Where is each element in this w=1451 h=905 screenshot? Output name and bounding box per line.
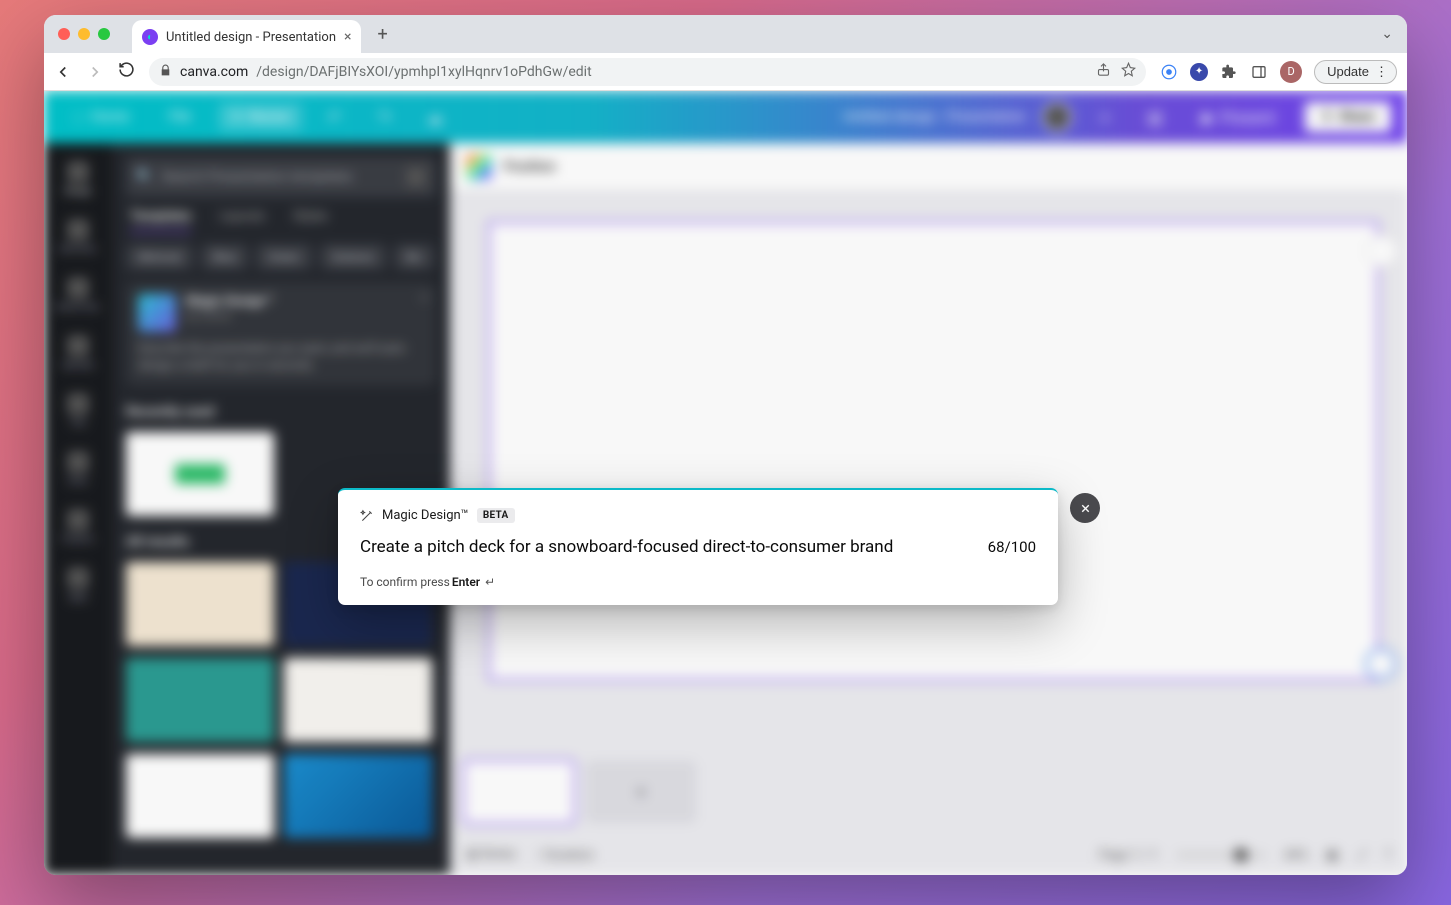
magic-design-modal: Magic Design™ BETA 68/100 To confirm pre… [338, 488, 1058, 605]
reload-icon[interactable] [118, 61, 135, 82]
update-label: Update [1327, 64, 1369, 79]
url-host: canva.com [180, 64, 248, 80]
side-panel-icon[interactable] [1250, 63, 1268, 81]
browser-tab-strip: ◐ Untitled design - Presentation × + ⌄ [44, 15, 1407, 53]
window-minimize[interactable] [78, 28, 90, 40]
url-input[interactable]: canva.com/design/DAFjBIYsXOI/ypmhpI1xylH… [149, 58, 1146, 86]
magic-prompt-input[interactable] [360, 537, 972, 557]
tab-title: Untitled design - Presentation [166, 30, 336, 45]
window-maximize[interactable] [98, 28, 110, 40]
tab-close-icon[interactable]: × [344, 29, 351, 45]
more-dots-icon: ⋮ [1375, 64, 1388, 80]
profile-avatar[interactable]: D [1280, 61, 1302, 83]
browser-toolbar: canva.com/design/DAFjBIYsXOI/ypmhpI1xylH… [44, 53, 1407, 91]
beta-badge: BETA [477, 508, 515, 523]
nav-back-icon[interactable] [54, 63, 72, 81]
window-close[interactable] [58, 28, 70, 40]
modal-backdrop[interactable] [44, 91, 1407, 875]
share-url-icon[interactable] [1096, 62, 1111, 81]
modal-hint: To confirm press Enter ↵ [360, 575, 1036, 589]
nav-forward-icon[interactable] [86, 63, 104, 81]
browser-tab[interactable]: ◐ Untitled design - Presentation × [132, 20, 361, 54]
extension-round-icon[interactable]: ✦ [1190, 63, 1208, 81]
character-counter: 68/100 [988, 538, 1036, 556]
new-tab-button[interactable]: + [377, 24, 387, 45]
magic-wand-icon [360, 509, 374, 523]
extensions-puzzle-icon[interactable] [1220, 63, 1238, 81]
extension-shield-icon[interactable] [1160, 63, 1178, 81]
enter-key-icon: ↵ [482, 575, 495, 589]
url-path: /design/DAFjBIYsXOI/ypmhpI1xylHqnrv1oPdh… [256, 64, 591, 80]
bookmark-icon[interactable] [1121, 62, 1136, 81]
lock-icon [159, 64, 172, 80]
modal-close-button[interactable] [1070, 493, 1100, 523]
modal-title: Magic Design™ [382, 508, 469, 523]
chrome-update-button[interactable]: Update ⋮ [1314, 60, 1397, 84]
tabs-menu-icon[interactable]: ⌄ [1381, 26, 1393, 42]
canva-favicon: ◐ [142, 29, 158, 45]
